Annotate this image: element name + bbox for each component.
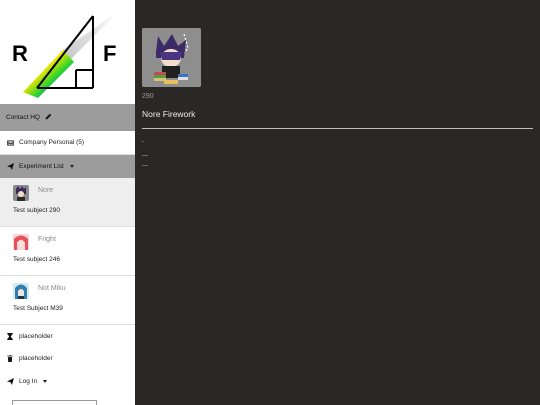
experiment-list-label: Experiment List [19, 163, 64, 170]
subject-desc: Test Subject M39 [13, 305, 63, 312]
sidebar: R F Contact HQ Company Personal (5) Expe… [0, 0, 135, 405]
subject-item-not-miku[interactable]: Not Miku Test Subject M39 [0, 276, 135, 325]
logo-letter-r: R [12, 41, 28, 66]
pencil-icon [45, 113, 52, 122]
subject-item-nore[interactable]: Nore Test subject 290 [0, 178, 135, 227]
inbox-icon [3, 139, 17, 146]
subject-full-name: Nore Firework [142, 109, 196, 119]
subject-name: Nore [38, 187, 54, 194]
send-icon [3, 377, 17, 385]
login-label: Log In [19, 377, 38, 385]
chevron-down-icon [43, 379, 48, 383]
detail-mark: — [142, 153, 148, 159]
subject-name: Fright [38, 236, 56, 243]
login-dropdown[interactable]: Log In [0, 371, 135, 391]
detail-mark: — [142, 163, 148, 169]
chevron-down-icon [69, 165, 74, 168]
detail-mark: - [142, 139, 144, 145]
main-content: 290 Nore Firework - — — [135, 0, 540, 405]
company-personal-label: Company Personal (5) [19, 139, 85, 146]
logo-letter-f: F [103, 41, 116, 66]
avatar-nore [13, 185, 29, 201]
raf-logo[interactable]: R F [0, 0, 135, 104]
placeholder-link-2[interactable]: placeholder [0, 348, 135, 368]
send-icon [3, 163, 17, 170]
experiment-list-dropdown[interactable]: Experiment List [0, 155, 135, 178]
company-personal-button[interactable]: Company Personal (5) [0, 131, 135, 155]
placeholder-label: placeholder [19, 354, 53, 362]
subject-number: 290 [142, 93, 154, 100]
subject-name: Not Miku [38, 285, 66, 292]
avatar-not-miku [13, 283, 29, 299]
hourglass-icon [3, 332, 17, 340]
contact-hq-button[interactable]: Contact HQ [0, 104, 135, 131]
search-input[interactable] [12, 400, 97, 405]
placeholder-label: placeholder [19, 332, 53, 340]
contact-hq-label: Contact HQ [6, 114, 40, 121]
subject-desc: Test subject 290 [13, 207, 60, 214]
subject-item-fright[interactable]: Fright Test subject 246 [0, 227, 135, 276]
trash-icon [3, 354, 17, 362]
divider [142, 128, 533, 129]
avatar-fright [13, 234, 29, 250]
subject-desc: Test subject 246 [13, 256, 60, 263]
subject-portrait [142, 28, 201, 87]
placeholder-link-1[interactable]: placeholder [0, 326, 135, 346]
